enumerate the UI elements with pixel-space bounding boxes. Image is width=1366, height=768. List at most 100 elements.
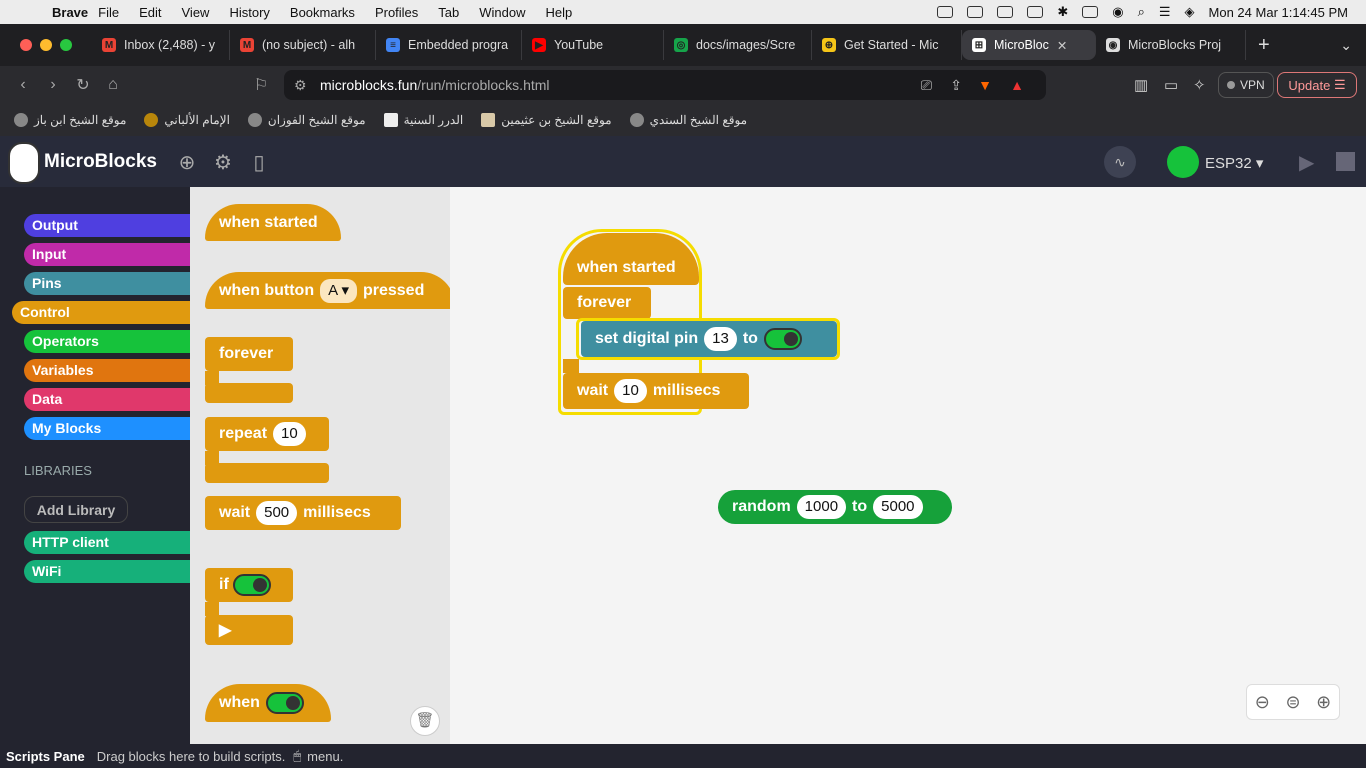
category-control[interactable]: Control — [12, 301, 190, 324]
close-tab-icon[interactable]: ✕ — [1057, 38, 1067, 53]
tab-item[interactable]: ◉ MicroBlocks Proj — [1096, 30, 1246, 60]
category-operators[interactable]: Operators — [24, 330, 190, 353]
new-tab-icon[interactable]: + — [1258, 34, 1270, 57]
tab-item[interactable]: ≡ Embedded progra — [376, 30, 522, 60]
random-to-slot[interactable]: 5000 — [873, 495, 923, 519]
trash-icon[interactable]: 🗑 — [410, 706, 440, 736]
menu-history[interactable]: History — [229, 5, 269, 20]
control-center-icon[interactable]: ☰ — [1159, 4, 1171, 20]
tab-item[interactable]: ⊕ Get Started - Mic — [812, 30, 962, 60]
boolean-toggle[interactable] — [763, 328, 802, 350]
url-bar[interactable]: ⚙ microblocks.fun/run/microblocks.html ⎚… — [284, 70, 1046, 100]
tab-item[interactable]: ▶ YouTube — [522, 30, 664, 60]
menu-edit[interactable]: Edit — [139, 5, 161, 20]
wallet-icon[interactable]: ▭ — [1164, 76, 1178, 94]
zoom-window-button[interactable] — [60, 39, 72, 51]
globe-icon[interactable]: ⊕ — [175, 150, 199, 174]
vpn-button[interactable]: VPN — [1218, 72, 1274, 98]
palette-if-block[interactable]: if — [205, 568, 293, 602]
category-my-blocks[interactable]: My Blocks — [24, 417, 190, 440]
start-icon[interactable]: ▶ — [1299, 150, 1314, 175]
notion-icon[interactable] — [937, 6, 954, 18]
palette-repeat-block[interactable]: repeat 10 — [205, 417, 329, 451]
scripts-pane[interactable]: when started forever set digital pin 13 to… — [450, 187, 1366, 744]
sidebar-icon[interactable]: ▥ — [1134, 76, 1148, 94]
zoom-in-icon[interactable]: ⊕ — [1316, 692, 1331, 713]
wait-value-slot[interactable]: 10 — [614, 379, 647, 403]
repeat-count-slot[interactable]: 10 — [273, 422, 306, 446]
user-icon[interactable]: ◉ — [1112, 4, 1123, 20]
search-icon[interactable]: ⌕ — [1138, 4, 1145, 20]
library-wifi[interactable]: WiFi — [24, 560, 190, 583]
menu-help[interactable]: Help — [546, 5, 573, 20]
palette-wait-block[interactable]: wait 500 millisecs — [205, 496, 401, 530]
menu-window[interactable]: Window — [479, 5, 525, 20]
tab-item[interactable]: ◎ docs/images/Scre — [664, 30, 812, 60]
close-window-button[interactable] — [20, 39, 32, 51]
script-wait-block[interactable]: wait 10 millisecs — [563, 373, 749, 409]
library-http-client[interactable]: HTTP client — [24, 531, 190, 554]
forward-icon[interactable]: › — [38, 76, 68, 94]
file-icon[interactable]: ▯ — [247, 150, 271, 174]
graph-icon[interactable]: ∿ — [1104, 146, 1136, 178]
reload-icon[interactable]: ↻ — [68, 75, 98, 95]
script-set-digital-pin-block[interactable]: set digital pin 13 to — [581, 321, 837, 357]
palette-when-button-pressed-block[interactable]: when button A ▾ pressed — [205, 272, 450, 309]
bookmark-item[interactable]: موقع الشيخ ابن باز — [14, 113, 126, 127]
palette-when-started-block[interactable]: when started — [205, 204, 341, 241]
category-output[interactable]: Output — [24, 214, 190, 237]
category-pins[interactable]: Pins — [24, 272, 190, 295]
board-connected-icon[interactable] — [1167, 146, 1199, 178]
button-dropdown[interactable]: A ▾ — [320, 278, 357, 303]
back-icon[interactable]: ‹ — [8, 76, 38, 94]
menu-file[interactable]: File — [98, 5, 119, 20]
expand-arrow-icon[interactable]: ▶ — [219, 620, 231, 640]
bookmark-item[interactable]: الدرر السنية — [383, 113, 463, 127]
menu-tab[interactable]: Tab — [438, 5, 459, 20]
script-when-started-block[interactable]: when started — [563, 233, 699, 285]
random-block[interactable]: random 1000 to 5000 — [718, 490, 952, 524]
tab-item[interactable]: M Inbox (2,488) - y — [92, 30, 230, 60]
palette-when-condition-block[interactable]: when — [205, 684, 331, 722]
random-from-slot[interactable]: 1000 — [796, 495, 847, 519]
category-variables[interactable]: Variables — [24, 359, 190, 382]
wait-value-slot[interactable]: 500 — [256, 501, 298, 525]
board-selector[interactable]: ESP32 ▾ — [1205, 154, 1263, 172]
wd-icon[interactable] — [967, 6, 984, 18]
mute-icon[interactable] — [1027, 6, 1044, 18]
boolean-toggle[interactable] — [265, 692, 304, 714]
update-button[interactable]: Update ☰ — [1277, 72, 1357, 98]
zoom-out-icon[interactable]: ⊖ — [1255, 692, 1270, 713]
brave-rewards-icon[interactable]: ▲ — [1010, 77, 1024, 93]
gear-icon[interactable]: ⚙ — [211, 150, 235, 174]
bookmark-item[interactable]: موقع الشيخ السندي — [629, 113, 747, 127]
bookmark-item[interactable]: موقع الشيخ بن عثيمين — [481, 113, 612, 127]
share-icon[interactable]: ⇪ — [950, 77, 962, 94]
menu-view[interactable]: View — [182, 5, 210, 20]
siri-icon[interactable]: ◈ — [1185, 4, 1195, 20]
tab-item[interactable]: M (no subject) - alh — [230, 30, 376, 60]
menu-brand[interactable]: Brave — [52, 5, 88, 20]
palette-forever-block[interactable]: forever — [205, 337, 293, 371]
site-settings-icon[interactable]: ⚙ — [294, 77, 307, 94]
menu-bookmarks[interactable]: Bookmarks — [290, 5, 355, 20]
category-input[interactable]: Input — [24, 243, 190, 266]
leo-icon[interactable]: ✧ — [1193, 76, 1206, 94]
bookmark-item[interactable]: موقع الشيخ الفوزان — [247, 113, 366, 127]
category-data[interactable]: Data — [24, 388, 190, 411]
zoom-reset-icon[interactable]: ⊜ — [1285, 692, 1300, 713]
add-library-button[interactable]: Add Library — [24, 496, 128, 523]
boolean-toggle[interactable] — [232, 574, 271, 596]
minimize-window-button[interactable] — [40, 39, 52, 51]
tab-item[interactable]: ⊞ MicroBloc ✕ — [962, 30, 1096, 60]
cloud-icon[interactable] — [997, 6, 1014, 18]
bookmark-item[interactable]: الإمام الألباني — [144, 113, 230, 127]
pin-slot[interactable]: 13 — [704, 327, 737, 351]
menu-profiles[interactable]: Profiles — [375, 5, 418, 20]
battery-icon[interactable] — [1082, 6, 1099, 18]
bookmark-icon[interactable]: ⚐ — [246, 75, 276, 95]
home-icon[interactable]: ⌂ — [98, 76, 128, 94]
cast-icon[interactable]: ⎚ — [921, 77, 932, 94]
bluetooth-icon[interactable]: ✱ — [1057, 4, 1068, 20]
tab-list-chevron-icon[interactable]: ⌄ — [1340, 37, 1352, 54]
